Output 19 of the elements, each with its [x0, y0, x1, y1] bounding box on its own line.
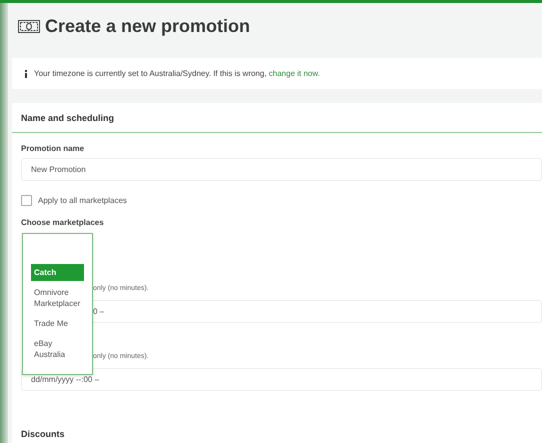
section-title: Discounts	[21, 429, 66, 439]
dropdown-option[interactable]: Trade Me	[31, 315, 84, 332]
notice-text: Your timezone is currently set to Australia/Sydney. If this is wrong, change it now.	[34, 69, 320, 78]
checkbox-label: Apply to all marketplaces	[38, 196, 127, 205]
date-input[interactable]: 0 –	[91, 300, 542, 323]
banknote-icon	[18, 20, 40, 32]
page-title: Create a new promotion	[45, 16, 250, 36]
section-title: Name and scheduling	[12, 103, 542, 133]
change-timezone-link[interactable]: change it now.	[268, 69, 320, 78]
dropdown-option[interactable]: Omnivore Marketplacer	[31, 284, 84, 312]
date-input[interactable]: dd/mm/yyyy --:00 –	[21, 368, 542, 391]
dropdown-option[interactable]: Catch	[31, 264, 84, 281]
marketplace-dropdown[interactable]: Catch Omnivore Marketplacer Trade Me eBay Australia	[22, 233, 93, 375]
promotion-name-input[interactable]: New Promotion	[21, 158, 542, 181]
field-label: Promotion name	[21, 144, 86, 153]
info-icon	[24, 70, 28, 78]
field-label: Choose marketplaces	[21, 218, 105, 227]
checkbox[interactable]	[21, 195, 32, 206]
dropdown-option[interactable]: eBay Australia	[31, 335, 84, 363]
